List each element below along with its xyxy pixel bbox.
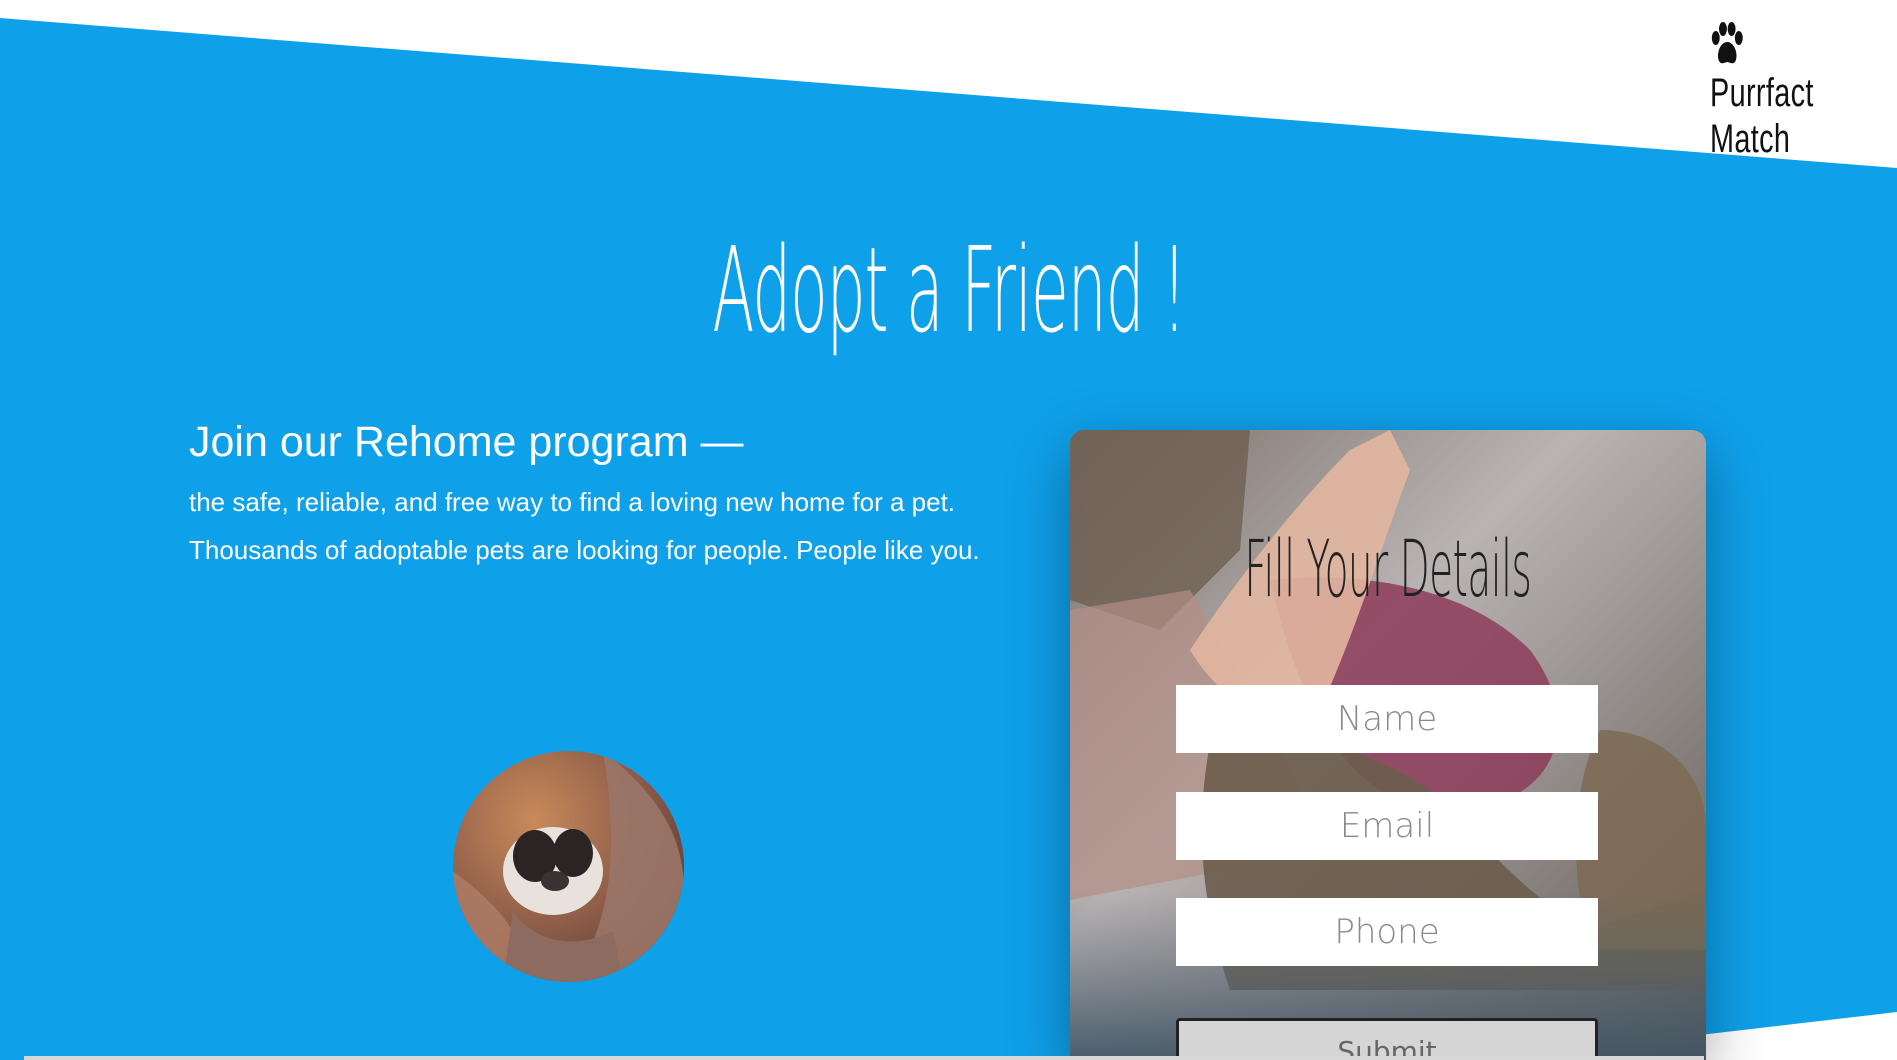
page-title-text: Adopt a Friend ! [711, 221, 1186, 359]
paw-icon [1710, 22, 1745, 66]
phone-field[interactable] [1176, 898, 1598, 966]
brand-name-line1: Purrfact [1710, 71, 1814, 115]
submit-button[interactable]: Submit [1176, 1018, 1598, 1060]
page-title: Adopt a Friend ! [0, 220, 1897, 360]
brand-logo[interactable]: Purrfact Match [1710, 22, 1840, 162]
horizontal-scrollbar[interactable] [24, 1056, 1704, 1060]
form-title-text: Fill Your Details [1244, 525, 1532, 615]
email-field[interactable] [1176, 792, 1598, 860]
adoption-form-card: Fill Your Details Submit [1070, 430, 1706, 1060]
brand-name-line2: Match [1710, 117, 1791, 161]
intro-heading: Join our Rehome program — [189, 418, 744, 466]
intro-text: the safe, reliable, and free way to find… [189, 487, 980, 565]
name-field[interactable] [1176, 685, 1598, 753]
puppy-photo [453, 751, 684, 982]
form-title: Fill Your Details [1070, 525, 1706, 615]
